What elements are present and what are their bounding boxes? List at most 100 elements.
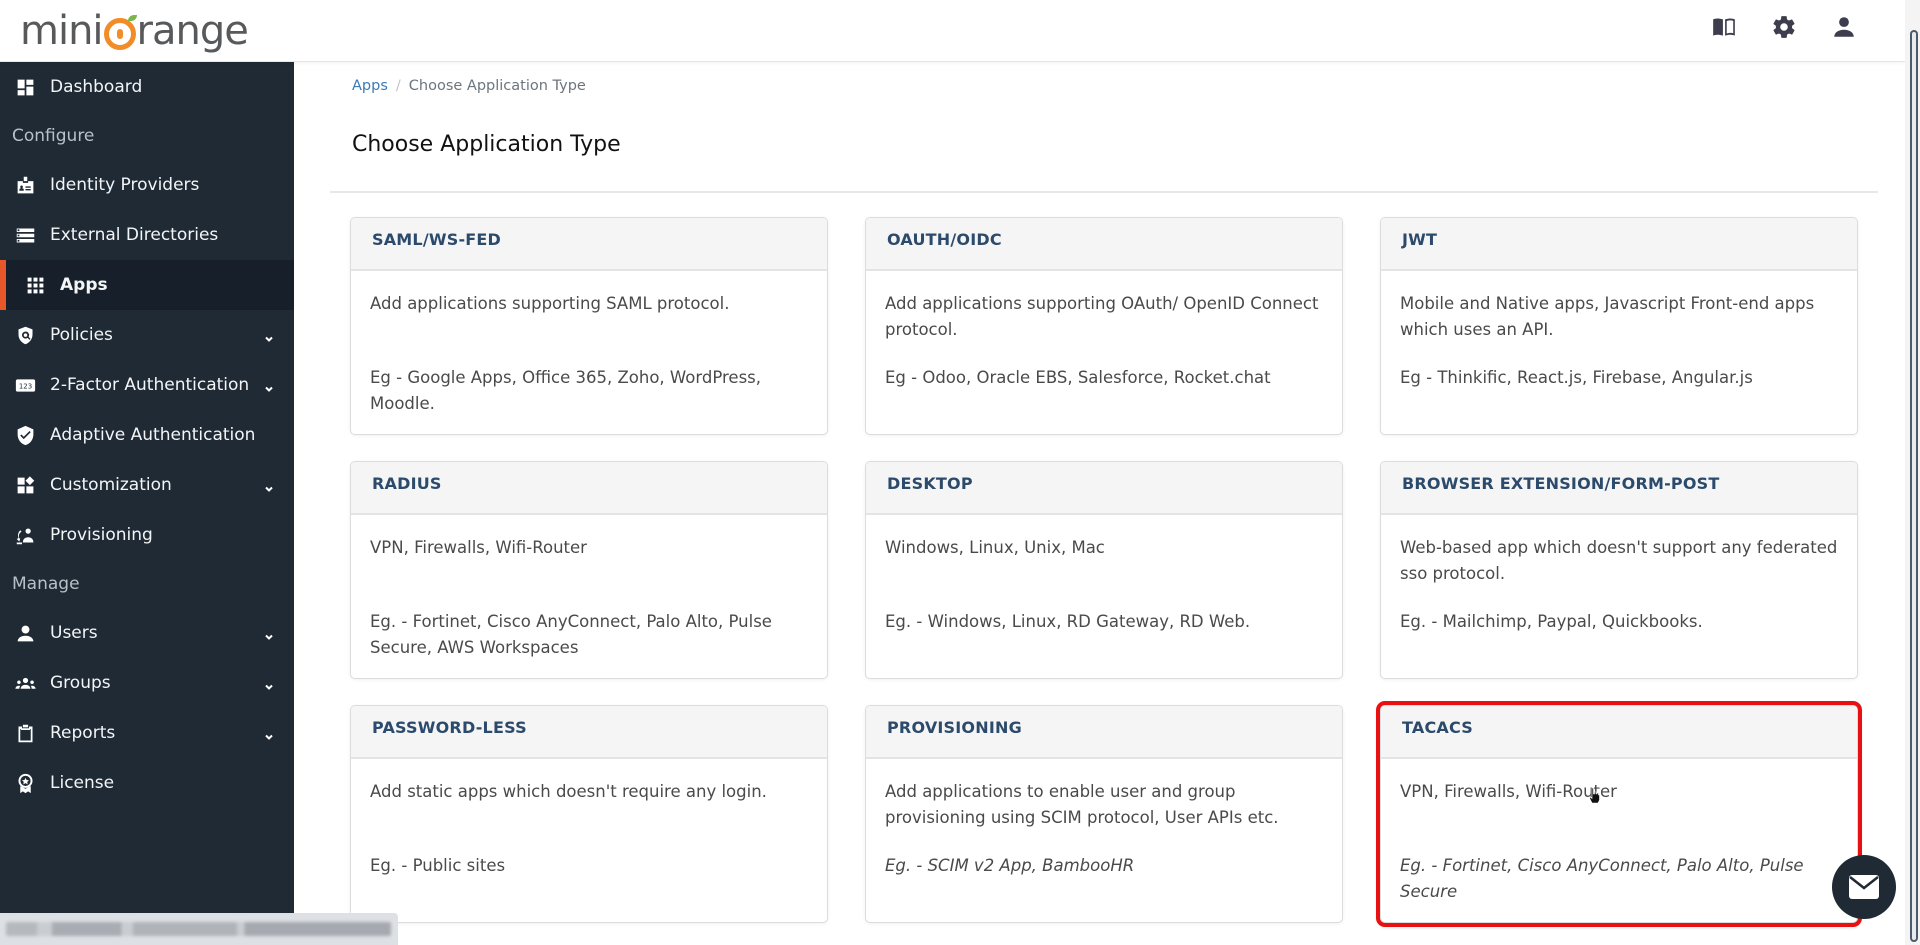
- card-examples: Eg - Thinkific, React.js, Firebase, Angu…: [1400, 368, 1753, 387]
- card-examples: Eg - Odoo, Oracle EBS, Salesforce, Rocke…: [885, 368, 1271, 387]
- clipboard-icon: [14, 722, 36, 744]
- app-type-card-browser-extension[interactable]: BROWSER EXTENSION/FORM-POST Web-based ap…: [1380, 461, 1858, 679]
- logo-text-end: range: [136, 8, 249, 54]
- app-type-card-password-less[interactable]: PASSWORD-LESS Add static apps which does…: [350, 705, 828, 923]
- card-examples: Eg. - Fortinet, Cisco AnyConnect, Palo A…: [370, 612, 772, 657]
- page-title: Choose Application Type: [352, 132, 621, 157]
- top-navbar: mini range: [0, 0, 1905, 62]
- support-mail-button[interactable]: [1832, 855, 1896, 919]
- sidebar-section-manage: Manage: [12, 574, 80, 594]
- card-description: Mobile and Native apps, Javascript Front…: [1400, 294, 1815, 339]
- card-description: VPN, Firewalls, Wifi-Router: [370, 538, 587, 557]
- card-title: RADIUS: [351, 462, 827, 515]
- sidebar-item-label: Identity Providers: [50, 175, 200, 195]
- sidebar-item-2fa[interactable]: 123 2-Factor Authentication: [0, 360, 294, 410]
- chevron-down-icon[interactable]: [264, 677, 276, 690]
- card-title: TACACS: [1381, 706, 1857, 759]
- app-type-card-saml[interactable]: SAML/WS-FED Add applications supporting …: [350, 217, 828, 435]
- card-examples: Eg. - Mailchimp, Paypal, Quickbooks.: [1400, 612, 1703, 631]
- card-examples: Eg - Google Apps, Office 365, Zoho, Word…: [370, 368, 762, 413]
- card-description: Add applications supporting SAML protoco…: [370, 294, 730, 313]
- browser-status-url: [0, 913, 398, 945]
- sidebar-item-label: Policies: [50, 325, 113, 345]
- gear-icon: [1773, 16, 1795, 38]
- sidebar-item-users[interactable]: Users: [0, 608, 294, 658]
- card-examples: Eg. - SCIM v2 App, BambooHR: [885, 856, 1135, 875]
- app-type-card-oauth[interactable]: OAUTH/OIDC Add applications supporting O…: [865, 217, 1343, 435]
- sidebar-item-label: Groups: [50, 673, 111, 693]
- shield-check-icon: [14, 424, 36, 446]
- sidebar-item-label: External Directories: [50, 225, 219, 245]
- blurred-url-text: [6, 922, 391, 936]
- card-description: Windows, Linux, Unix, Mac: [885, 538, 1105, 557]
- guides-book-button[interactable]: [1709, 12, 1739, 42]
- sidebar-item-label: Customization: [50, 475, 172, 495]
- app-type-card-radius[interactable]: RADIUS VPN, Firewalls, Wifi-Router Eg. - …: [350, 461, 828, 679]
- logo-orange-icon: [103, 15, 137, 50]
- sidebar-item-groups[interactable]: Groups: [0, 658, 294, 708]
- sidebar: Dashboard Configure Identity Providers E…: [0, 62, 294, 945]
- directory-list-icon: [14, 224, 36, 246]
- main-content: Apps / Choose Application Type Choose Ap…: [294, 62, 1905, 945]
- breadcrumb-separator: /: [395, 78, 401, 94]
- sidebar-item-reports[interactable]: Reports: [0, 708, 294, 758]
- card-title: SAML/WS-FED: [351, 218, 827, 271]
- card-title: PASSWORD-LESS: [351, 706, 827, 759]
- app-type-card-jwt[interactable]: JWT Mobile and Native apps, Javascript F…: [1380, 217, 1858, 435]
- miniorange-logo[interactable]: mini range: [20, 8, 249, 54]
- book-icon: [1713, 18, 1735, 36]
- sidebar-item-provisioning[interactable]: Provisioning: [0, 510, 294, 560]
- breadcrumb-current: Choose Application Type: [408, 78, 586, 94]
- user-icon: [14, 622, 36, 644]
- card-title: PROVISIONING: [866, 706, 1342, 759]
- sidebar-item-customization[interactable]: Customization: [0, 460, 294, 510]
- chevron-down-icon[interactable]: [264, 727, 276, 740]
- apps-grid-icon: [24, 274, 46, 296]
- sidebar-item-identity-providers[interactable]: Identity Providers: [0, 160, 294, 210]
- scrollbar-thumb[interactable]: [1910, 30, 1918, 942]
- sidebar-item-label: Reports: [50, 723, 116, 743]
- breadcrumb: Apps / Choose Application Type: [352, 78, 586, 94]
- app-type-card-tacacs[interactable]: TACACS VPN, Firewalls, Wifi-Router Eg. - …: [1376, 701, 1862, 927]
- svg-text:123: 123: [18, 382, 31, 390]
- app-type-card-desktop[interactable]: DESKTOP Windows, Linux, Unix, Mac Eg. - W…: [865, 461, 1343, 679]
- sidebar-item-adaptive-authentication[interactable]: Adaptive Authentication: [0, 410, 294, 460]
- breadcrumb-apps-link[interactable]: Apps: [352, 78, 388, 94]
- dashboard-icon: [14, 76, 36, 98]
- sidebar-item-label: Adaptive Authentication: [50, 425, 256, 445]
- sidebar-item-label: Apps: [60, 275, 108, 295]
- groups-icon: [14, 672, 36, 694]
- card-examples: Eg. - Public sites: [370, 856, 506, 875]
- page-scrollbar[interactable]: [1905, 0, 1920, 945]
- mail-icon: [1849, 875, 1879, 899]
- chevron-down-icon[interactable]: [264, 379, 276, 392]
- card-title: JWT: [1381, 218, 1857, 271]
- sidebar-item-label: Users: [50, 623, 98, 643]
- app-type-grid: SAML/WS-FED Add applications supporting …: [350, 217, 1862, 927]
- 123-icon: 123: [14, 374, 36, 396]
- card-description: Add static apps which doesn't require an…: [370, 782, 767, 801]
- card-title: BROWSER EXTENSION/FORM-POST: [1381, 462, 1857, 515]
- sidebar-item-policies[interactable]: Policies: [0, 310, 294, 360]
- sidebar-section-configure: Configure: [12, 126, 95, 146]
- sidebar-item-dashboard[interactable]: Dashboard: [0, 62, 294, 112]
- card-examples: Eg. - Fortinet, Cisco AnyConnect, Palo A…: [1400, 856, 1804, 901]
- sidebar-item-label: License: [50, 773, 115, 793]
- chevron-down-icon[interactable]: [264, 479, 276, 492]
- settings-button[interactable]: [1769, 12, 1799, 42]
- chevron-down-icon[interactable]: [264, 627, 276, 640]
- account-button[interactable]: [1829, 12, 1859, 42]
- provisioning-icon: [14, 524, 36, 546]
- sidebar-item-external-directories[interactable]: External Directories: [0, 210, 294, 260]
- chevron-down-icon[interactable]: [264, 329, 276, 342]
- sidebar-item-apps[interactable]: Apps: [0, 260, 294, 310]
- card-description: Web-based app which doesn't support any …: [1400, 538, 1838, 583]
- policy-shield-icon: [14, 324, 36, 346]
- app-type-card-provisioning[interactable]: PROVISIONING Add applications to enable …: [865, 705, 1343, 923]
- sidebar-item-license[interactable]: License: [0, 758, 294, 808]
- id-badge-icon: [14, 174, 36, 196]
- sidebar-item-label: Dashboard: [50, 77, 143, 97]
- logo-text-start: mini: [20, 8, 104, 54]
- widgets-icon: [14, 474, 36, 496]
- sidebar-item-label: 2-Factor Authentication: [50, 375, 250, 395]
